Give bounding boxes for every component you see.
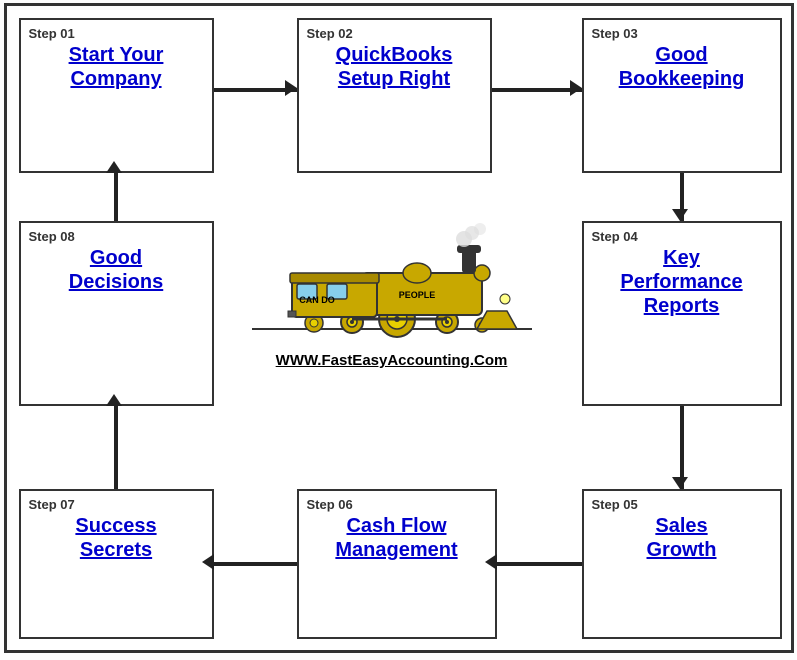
step-04-title: KeyPerformanceReports: [592, 246, 772, 318]
arrowhead-s6-s7: [202, 554, 214, 570]
step-06-title: Cash FlowManagement: [307, 514, 487, 562]
arrowhead-s3-s4: [672, 209, 688, 221]
step-03-label: Step 03: [592, 26, 772, 41]
step-01-title: Start YourCompany: [29, 43, 204, 91]
step-07-label: Step 07: [29, 497, 204, 512]
step-06-label: Step 06: [307, 497, 487, 512]
step-06-box: Step 06 Cash FlowManagement: [297, 489, 497, 639]
svg-text:CAN DO: CAN DO: [299, 295, 335, 305]
train-image: CAN DO PEOPLE: [242, 221, 542, 341]
step-03-title: GoodBookkeeping: [592, 43, 772, 91]
step-01-box: Step 01 Start YourCompany: [19, 18, 214, 173]
step-04-label: Step 04: [592, 229, 772, 244]
arrow-s6-s7: [214, 562, 297, 566]
main-container: Step 01 Start YourCompany Step 02 QuickB…: [4, 3, 794, 653]
step-02-title: QuickBooksSetup Right: [307, 43, 482, 91]
arrowhead-s1-s2: [285, 80, 297, 96]
arrowhead-s4-s5: [672, 477, 688, 489]
step-08-title: GoodDecisions: [29, 246, 204, 294]
svg-text:PEOPLE: PEOPLE: [398, 290, 435, 300]
arrowhead-s2-s3: [570, 80, 582, 96]
step-05-label: Step 05: [592, 497, 772, 512]
arrow-s5-s6: [497, 562, 582, 566]
step-08-box: Step 08 GoodDecisions: [19, 221, 214, 406]
step-04-box: Step 04 KeyPerformanceReports: [582, 221, 782, 406]
arrow-s2-s3: [492, 88, 582, 92]
step-01-label: Step 01: [29, 26, 204, 41]
step-07-box: Step 07 SuccessSecrets: [19, 489, 214, 639]
step-05-title: SalesGrowth: [592, 514, 772, 562]
website-text: WWW.FastEasyAccounting.Com: [222, 352, 562, 369]
arrow-s7-s8: [114, 406, 118, 489]
step-07-title: SuccessSecrets: [29, 514, 204, 562]
arrowhead-s5-s6: [485, 554, 497, 570]
step-03-box: Step 03 GoodBookkeeping: [582, 18, 782, 173]
step-02-label: Step 02: [307, 26, 482, 41]
arrow-s8-s1: [114, 173, 118, 221]
center-section: CAN DO PEOPLE WWW.FastEasyAccounting.Com: [222, 221, 562, 369]
step-05-box: Step 05 SalesGrowth: [582, 489, 782, 639]
step-08-label: Step 08: [29, 229, 204, 244]
step-02-box: Step 02 QuickBooksSetup Right: [297, 18, 492, 173]
arrowhead-s7-s8: [106, 394, 122, 406]
arrowhead-s8-s1: [106, 161, 122, 173]
